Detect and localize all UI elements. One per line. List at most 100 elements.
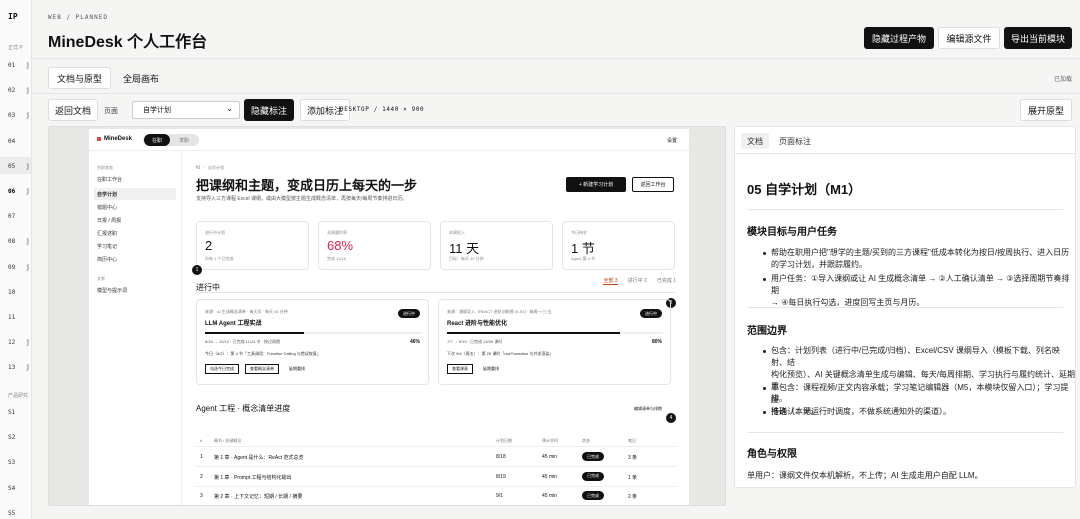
- cell-t: 第 2 章 · 上下文记忆：短期 / 长期 / 摘要: [214, 494, 303, 500]
- loaded-status: 已加载: [1053, 77, 1072, 83]
- cell-h: 45 min: [542, 454, 558, 460]
- sidebar-item-review[interactable]: 汇报述职: [97, 230, 117, 237]
- divider: [747, 432, 1063, 433]
- tab-page-marks[interactable]: 页面标注: [773, 133, 817, 149]
- filter-in-progress[interactable]: 进行中 2: [628, 277, 647, 285]
- app-header: MineDesk 在职 求职 设置: [89, 129, 689, 151]
- tab-doc-prototype[interactable]: 文档与原型: [48, 67, 112, 89]
- progress-bar: [447, 332, 663, 334]
- plan-card[interactable]: 来源：课纲导入（REACT 进阶训练营.XLSX）· 每周一/三/五 React …: [438, 299, 671, 385]
- rail-item[interactable]: 06: [8, 188, 15, 195]
- tab-doc[interactable]: 文档: [741, 133, 769, 149]
- rail-item[interactable]: 13: [8, 364, 15, 371]
- rail-section-label: 正式 P: [8, 45, 23, 51]
- rail-item[interactable]: 09: [8, 264, 15, 271]
- sidebar-item-models[interactable]: 模型与提示词: [97, 287, 127, 294]
- page-label: 页面: [104, 108, 118, 115]
- rail-item[interactable]: 04: [8, 138, 15, 145]
- rail-item[interactable]: 10: [8, 289, 15, 296]
- status-badge: 进行中: [640, 309, 662, 318]
- rail-item-glyph: j: [26, 188, 30, 195]
- app-brand: MineDesk: [97, 136, 132, 142]
- edit-list-link[interactable]: 编辑清单与排期: [628, 401, 668, 416]
- status-badge: 已完成: [582, 452, 604, 461]
- annotation-marker[interactable]: 4: [666, 413, 676, 423]
- rail-item[interactable]: 05: [8, 163, 15, 170]
- rail-item[interactable]: S2: [8, 434, 15, 441]
- progress-bar: [205, 332, 421, 334]
- back-workspace-button[interactable]: 返回工作台: [632, 177, 674, 192]
- plan-card[interactable]: 来源：AI 生成概念清单 · 每天学 · 每天 45 分钟 LLM Agent 工…: [196, 299, 429, 385]
- doc-tabs: 文档 页面标注: [741, 133, 817, 149]
- filter-done[interactable]: 已完成 1: [657, 277, 676, 285]
- plan-source: 来源：课纲导入（REACT 进阶训练营.XLSX）· 每周一/三/五: [447, 309, 552, 314]
- col-hours: 预计学时: [542, 438, 558, 443]
- bullet-icon: [763, 350, 766, 353]
- plan-action-button[interactable]: 延期重排: [479, 364, 503, 374]
- rail-item[interactable]: 08: [8, 238, 15, 245]
- rail-item[interactable]: 02: [8, 87, 15, 94]
- bullet-icon: [763, 387, 766, 390]
- annotation-marker[interactable]: 1: [192, 265, 202, 275]
- rail-item[interactable]: S4: [8, 485, 15, 492]
- plan-action-button[interactable]: 勾选今日完成: [205, 364, 239, 374]
- sidebar-item-notes[interactable]: 学习笔记: [97, 243, 117, 250]
- divider: [196, 292, 676, 293]
- app-settings-link[interactable]: 设置: [667, 137, 677, 144]
- plan-action-button[interactable]: 延期重排: [285, 364, 309, 374]
- back-to-doc-button[interactable]: 返回文档: [48, 99, 98, 121]
- stat-value: 68%: [327, 238, 354, 253]
- stat-label: 进行中计划: [205, 230, 225, 235]
- table-row[interactable]: 3 第 2 章 · 上下文记忆：短期 / 长期 / 摘要 9/1 45 min 已完成 2…: [196, 486, 676, 505]
- rail-item[interactable]: 03: [8, 112, 15, 119]
- mode-employed[interactable]: 在职: [144, 134, 170, 146]
- plan-percent: 80%: [651, 339, 662, 345]
- expand-prototype-button[interactable]: 展开原型: [1020, 99, 1072, 121]
- cell-h: 45 min: [542, 493, 558, 499]
- edit-source-button[interactable]: 编辑源文件: [938, 27, 1000, 49]
- mode-job-seeking[interactable]: 求职: [171, 134, 197, 146]
- rail-item[interactable]: S5: [8, 510, 15, 517]
- col-notes: 笔记: [628, 438, 636, 443]
- plan-action-button[interactable]: 查看课表: [447, 364, 473, 374]
- hide-artifacts-button[interactable]: 隐藏过程产物: [864, 27, 934, 49]
- rail-item[interactable]: S1: [8, 409, 15, 416]
- new-plan-button[interactable]: + 新建学习计划: [566, 177, 626, 192]
- rail-item-glyph: j: [26, 364, 30, 372]
- brand-logo-icon: [97, 137, 101, 141]
- rail-item[interactable]: 01: [8, 62, 15, 69]
- export-module-button[interactable]: 导出当前模块: [1004, 27, 1072, 49]
- hide-marks-button[interactable]: 隐藏标注: [244, 99, 294, 121]
- progress-fill: [447, 332, 620, 334]
- prototype-app: MineDesk 在职 求职 设置 在职状态 在职工作台 自学计划 错题中心 日…: [89, 129, 689, 505]
- sidebar-item-resume[interactable]: 简历中心: [97, 256, 117, 263]
- plan-source: 来源：AI 生成概念清单 · 每天学 · 每天 45 分钟: [205, 309, 288, 314]
- doc-panel: 文档 页面标注 05 自学计划（M1） 模块目标与用户任务 帮助在职用户把"想学…: [734, 126, 1076, 488]
- filter-all[interactable]: 全部 3: [603, 277, 618, 285]
- doc-bullet: 帮助在职用户把"想学的主题/买到的三方课程"低成本转化为按日/按周执行、进入日历…: [763, 247, 1069, 271]
- page-select[interactable]: 自学计划 ⌄: [132, 101, 240, 119]
- module-rail: IP 正式 P 01 j 02 j 03 j 04 05 j 06 j 07 08 j 09 j 10 11 12 j…: [0, 0, 32, 519]
- stat-detail: 目标：每天 45 分钟: [449, 256, 484, 261]
- plan-actions: 勾选今日完成 查看概念清单 延期重排: [205, 364, 309, 374]
- prototype-canvas[interactable]: MineDesk 在职 求职 设置 在职状态 在职工作台 自学计划 错题中心 日…: [48, 126, 726, 506]
- sidebar-item-self-study[interactable]: 自学计划: [94, 188, 176, 200]
- rail-item[interactable]: 07: [8, 213, 15, 220]
- rail-item-glyph: j: [26, 162, 30, 170]
- plan-dates: 7/7 → 9/19 · 已完成 24/30 课时: [447, 339, 503, 344]
- mode-toggle[interactable]: 在职 求职: [143, 134, 199, 146]
- rail-item[interactable]: S3: [8, 459, 15, 466]
- rail-item[interactable]: 11: [8, 314, 15, 321]
- sidebar-item-mistakes[interactable]: 错题中心: [97, 204, 117, 211]
- sidebar-item-reports[interactable]: 日报 / 周报: [97, 217, 121, 224]
- table-row[interactable]: 2 第 1 章 · Prompt 工程与结构化输出 8/19 45 min 已完成 1 条: [196, 467, 676, 487]
- cell-note: 1 条: [628, 474, 638, 481]
- rail-item-glyph: j: [26, 339, 30, 347]
- table-row[interactable]: 1 第 1 章 · Agent 是什么：ReAct 范式总览 8/18 45 min 已…: [196, 447, 676, 467]
- rail-item[interactable]: 12: [8, 339, 15, 346]
- sidebar-item-workspace[interactable]: 在职工作台: [97, 176, 122, 183]
- tab-global-canvas[interactable]: 全局画布: [115, 67, 167, 89]
- plan-action-button[interactable]: 查看概念清单: [245, 364, 279, 374]
- rail-section-label: 产品研究: [8, 393, 29, 399]
- main-area: WEB / PLANNED MineDesk 个人工作台 隐藏过程产物 编辑源文…: [32, 0, 1080, 519]
